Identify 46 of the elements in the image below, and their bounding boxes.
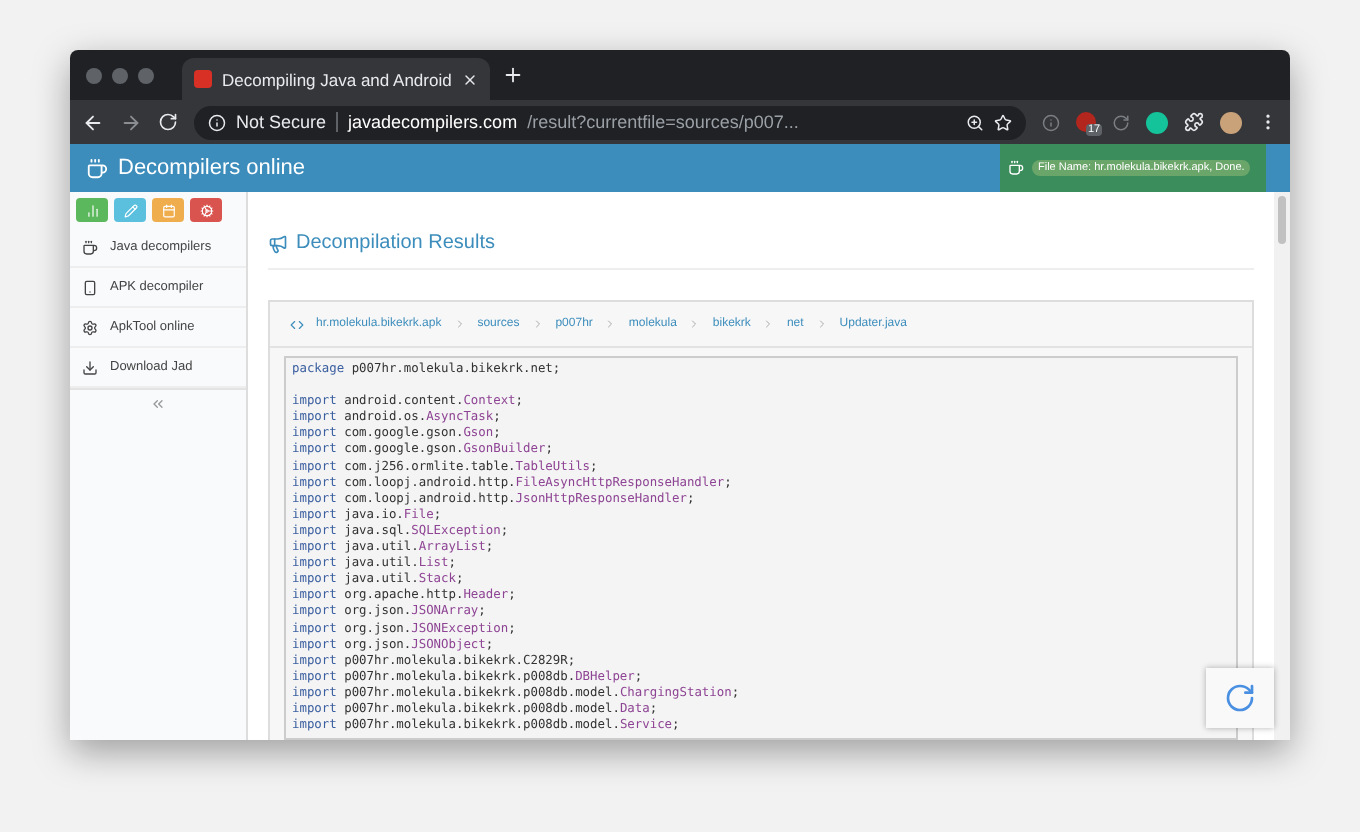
zoom-icon[interactable] (966, 113, 984, 131)
back-icon[interactable] (82, 111, 104, 133)
url-domain: javadecompilers.com (348, 112, 518, 132)
settings-icon (82, 319, 98, 335)
site-title[interactable]: Decompilers online (118, 156, 990, 180)
chevron-icon (815, 318, 828, 330)
maximize-window-dot[interactable] (138, 67, 154, 83)
chevron-icon (762, 318, 775, 330)
page-heading: Decompilation Results (296, 232, 495, 254)
collapse-icon[interactable] (150, 396, 166, 412)
code-icon (290, 317, 304, 331)
signal-bars-icon (85, 203, 99, 217)
cup-icon (1008, 160, 1024, 176)
calendar-icon (161, 203, 175, 217)
captcha-badge[interactable] (1206, 668, 1274, 728)
download-icon (82, 359, 98, 375)
tool-button[interactable] (190, 198, 222, 222)
extensions-icon[interactable] (1184, 112, 1204, 132)
new-tab-icon[interactable] (501, 64, 524, 86)
url-path: /result?currentfile=sources/p007... (527, 112, 801, 132)
captcha-logo-icon (1224, 682, 1256, 714)
bookmark-star-icon[interactable] (994, 113, 1012, 131)
browser-tab[interactable]: Decompiling Java and Android (182, 58, 490, 100)
pencil-icon (123, 203, 137, 217)
phone-icon (82, 279, 98, 295)
extension-icon[interactable] (1146, 111, 1168, 133)
tool-button[interactable] (114, 198, 146, 222)
address-bar[interactable]: Not Secure javadecompilers.com /result?currentfile=sources/p007... (194, 105, 1026, 139)
chevron-icon (531, 318, 544, 330)
close-icon[interactable] (461, 71, 478, 87)
cup-icon (82, 239, 98, 255)
security-label: Not Secure (236, 112, 339, 132)
forward-icon[interactable] (120, 111, 142, 133)
site-favicon-icon (194, 70, 212, 88)
info-icon (208, 113, 226, 131)
scrollbar[interactable] (1274, 192, 1290, 740)
close-window-dot[interactable] (86, 67, 102, 83)
chevron-icon (604, 318, 617, 330)
minimize-window-dot[interactable] (112, 67, 128, 83)
megaphone-icon (268, 233, 288, 253)
chevron-icon (453, 318, 466, 330)
profile-avatar[interactable] (1220, 111, 1242, 133)
chevron-icon (688, 318, 701, 330)
gears-icon (199, 203, 213, 217)
cup-icon (86, 157, 108, 179)
reload-icon[interactable] (158, 112, 178, 132)
